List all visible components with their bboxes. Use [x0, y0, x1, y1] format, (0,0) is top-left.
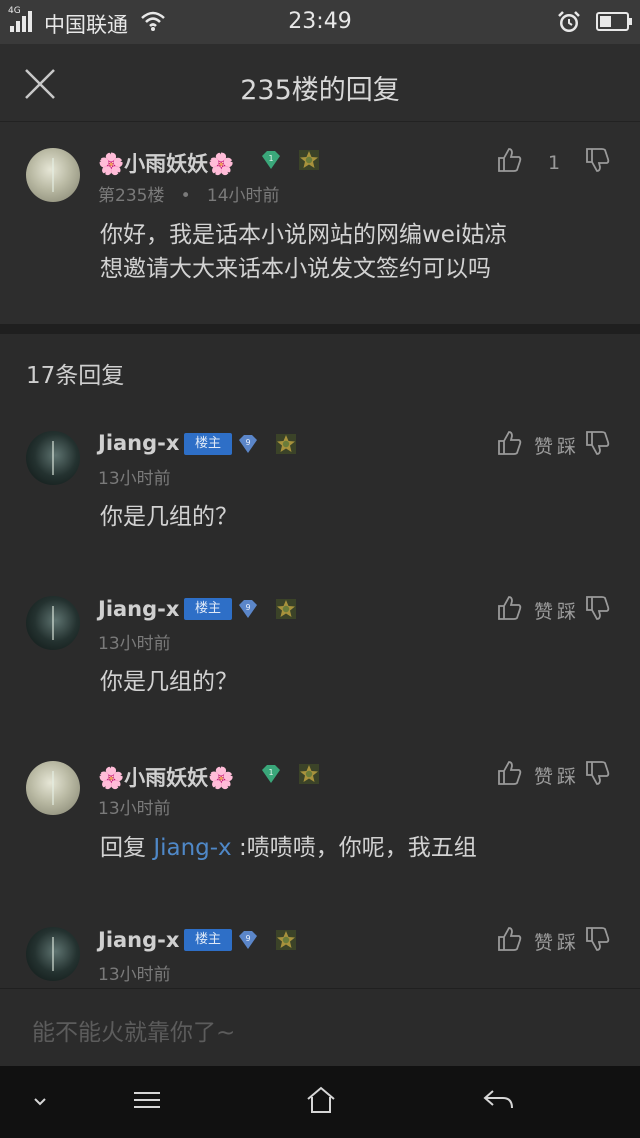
thumbs-up-icon: [498, 148, 522, 172]
reply-input-placeholder: 能不能火就靠你了~: [32, 1020, 236, 1046]
medal-icon: [276, 434, 296, 454]
dislike-button[interactable]: 踩: [557, 925, 627, 955]
medal-icon: [299, 764, 319, 784]
alarm-icon: [558, 11, 580, 32]
dislike-button[interactable]: [584, 146, 624, 176]
reply-content: 回复 Jiang-x :啧啧啧，你呢，我五组: [100, 835, 477, 861]
thumbs-up-icon: [498, 596, 522, 620]
medal-icon: [276, 599, 296, 619]
page-title: 235楼的回复: [240, 75, 400, 106]
back-icon[interactable]: [481, 1084, 515, 1116]
svg-text:9: 9: [245, 438, 250, 447]
avatar[interactable]: [26, 761, 80, 815]
mention-link[interactable]: Jiang-x: [153, 835, 231, 861]
top-bar: 235楼的回复: [0, 44, 640, 122]
dislike-button[interactable]: 踩: [557, 759, 627, 789]
like-button[interactable]: 赞: [496, 429, 566, 459]
level-badge-icon: 1: [262, 151, 280, 169]
thumbs-down-icon: [586, 927, 610, 951]
post-content-line-1: 你好，我是话本小说网站的网编wei姑凉: [100, 222, 508, 248]
section-divider: [0, 324, 640, 334]
thumbs-up-icon: [498, 431, 522, 455]
battery-icon: [596, 12, 632, 31]
thumbs-up-icon: [498, 761, 522, 785]
like-button[interactable]: 赞: [496, 759, 566, 789]
thumbs-up-icon: [498, 927, 522, 951]
medal-icon: [276, 930, 296, 950]
system-nav-bar: [0, 1066, 640, 1138]
avatar[interactable]: [26, 148, 80, 202]
thumbs-down-icon: [586, 761, 610, 785]
svg-text:9: 9: [245, 934, 250, 943]
avatar[interactable]: [26, 596, 80, 650]
reply-input[interactable]: 能不能火就靠你了~: [0, 988, 640, 1066]
home-icon[interactable]: [305, 1084, 337, 1116]
status-bar: 4G 中国联通 23:49: [0, 0, 640, 44]
reply-content: 你是几组的？: [100, 504, 238, 530]
host-badge: 楼主: [184, 929, 232, 951]
level-badge-icon: 1: [262, 765, 280, 783]
avatar[interactable]: [26, 927, 80, 981]
reply-time: 13小时前: [98, 799, 171, 819]
like-button[interactable]: 赞: [496, 594, 566, 624]
reply-author-name[interactable]: Jiang-x: [98, 431, 179, 455]
level-badge-icon: 9: [239, 931, 257, 949]
host-badge: 楼主: [184, 433, 232, 455]
post-content-line-2: 想邀请大大来话本小说发文签约可以吗: [100, 256, 491, 282]
like-button[interactable]: 赞: [496, 925, 566, 955]
reply-author-name[interactable]: 🌸小雨妖妖🌸: [98, 762, 234, 792]
reply-time: 13小时前: [98, 965, 171, 985]
reply-content: 你是几组的？: [100, 669, 238, 695]
reply-author-name[interactable]: Jiang-x: [98, 597, 179, 621]
reply-author-name[interactable]: Jiang-x: [98, 928, 179, 952]
like-button[interactable]: [496, 146, 536, 176]
level-badge-icon: 9: [239, 435, 257, 453]
dislike-button[interactable]: 踩: [557, 429, 627, 459]
dislike-button[interactable]: 踩: [557, 594, 627, 624]
post-author-name[interactable]: 🌸小雨妖妖🌸: [98, 148, 234, 178]
thumbs-down-icon: [586, 148, 610, 172]
menu-icon[interactable]: [131, 1084, 163, 1116]
svg-text:1: 1: [268, 768, 273, 777]
host-badge: 楼主: [184, 598, 232, 620]
thumbs-down-icon: [586, 431, 610, 455]
svg-text:1: 1: [268, 154, 273, 163]
chevron-down-icon[interactable]: [28, 1092, 52, 1112]
reply-time: 13小时前: [98, 469, 171, 489]
avatar[interactable]: [26, 431, 80, 485]
medal-icon: [299, 150, 319, 170]
svg-text:9: 9: [245, 603, 250, 612]
reply-count-label: 17条回复: [26, 363, 125, 389]
thumbs-down-icon: [586, 596, 610, 620]
reply-time: 13小时前: [98, 634, 171, 654]
level-badge-icon: 9: [239, 600, 257, 618]
post-meta: 第235楼 • 14小时前: [98, 186, 280, 206]
clock: 23:49: [288, 9, 352, 34]
